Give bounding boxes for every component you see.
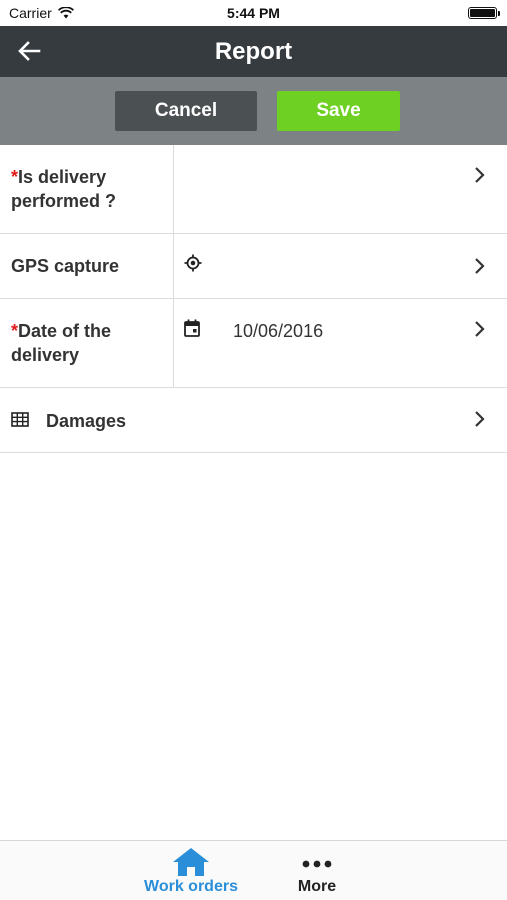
calendar-icon[interactable] <box>184 319 200 337</box>
tab-work-orders-label: Work orders <box>144 878 238 895</box>
damages-row[interactable]: Damages <box>0 388 507 453</box>
save-button[interactable]: Save <box>277 91 400 131</box>
battery-icon <box>468 7 500 19</box>
tab-more[interactable]: More <box>268 841 366 900</box>
status-time: 5:44 PM <box>227 5 280 21</box>
column-divider <box>173 299 174 387</box>
status-bar: Carrier 5:44 PM <box>0 0 507 26</box>
gps-target-icon[interactable] <box>184 254 202 272</box>
gps-capture-label: GPS capture <box>11 256 120 276</box>
chevron-right-icon[interactable] <box>473 166 485 184</box>
app-header: Report <box>0 26 507 77</box>
gps-capture-row[interactable]: GPS capture <box>0 234 507 299</box>
required-marker: * <box>11 321 19 341</box>
more-dots-icon <box>302 860 332 868</box>
chevron-right-icon[interactable] <box>473 320 485 338</box>
tab-bar: Work orders More <box>0 840 507 900</box>
home-icon <box>173 848 209 876</box>
delivery-date-value[interactable]: 10/06/2016 <box>233 321 323 342</box>
cancel-button[interactable]: Cancel <box>115 91 257 131</box>
page-title: Report <box>214 38 293 65</box>
delivery-performed-label: *Is delivery performed ? <box>11 167 117 211</box>
table-grid-icon <box>11 412 29 427</box>
damages-label: Damages <box>46 411 127 431</box>
chevron-right-icon[interactable] <box>473 257 485 275</box>
chevron-right-icon[interactable] <box>473 410 485 428</box>
delivery-performed-row[interactable]: *Is delivery performed ? <box>0 145 507 234</box>
delivery-date-label: *Date of the delivery <box>11 321 112 365</box>
column-divider <box>173 234 174 298</box>
report-form: *Is delivery performed ? GPS capture *Da… <box>0 145 507 453</box>
required-marker: * <box>11 167 19 187</box>
tab-more-label: More <box>297 878 337 895</box>
delivery-date-row[interactable]: *Date of the delivery 10/06/2016 <box>0 299 507 388</box>
tab-work-orders[interactable]: Work orders <box>130 841 252 900</box>
action-bar: Cancel Save <box>0 77 507 145</box>
column-divider <box>173 145 174 233</box>
